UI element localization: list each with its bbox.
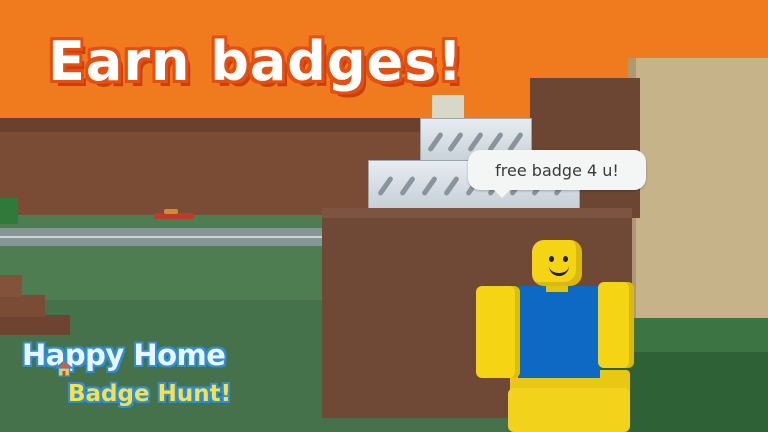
stair-step: [0, 275, 22, 297]
game-logo: Happy Home Badge Hunt!: [18, 338, 268, 426]
smiley-face-eye: [563, 256, 568, 262]
character-torso: [518, 286, 600, 378]
page-title: Earn badges!: [48, 30, 463, 93]
stair-step: [0, 295, 45, 317]
logo-line-1: Happy Home: [22, 338, 226, 372]
character-head: [532, 240, 582, 286]
plate-ridge: [427, 131, 444, 153]
noob-character[interactable]: [470, 240, 640, 432]
distant-green-block: [0, 198, 18, 224]
brown-stairs: [0, 275, 70, 335]
stair-step: [0, 315, 70, 335]
green-platform-top: [620, 318, 768, 352]
logo-line-2: Badge Hunt!: [68, 381, 232, 407]
character-right-arm: [598, 282, 634, 368]
smiley-face-eye: [549, 256, 554, 262]
speech-bubble: free badge 4 u!: [468, 150, 646, 198]
sand-wall: [628, 58, 768, 358]
character-leg-front: [508, 388, 630, 432]
road-line: [0, 236, 330, 238]
house-icon: [54, 360, 74, 377]
plate-ridge: [377, 175, 394, 197]
plate-ridge: [399, 175, 416, 197]
distant-vehicle: [154, 209, 194, 219]
plate-ridge: [443, 175, 460, 197]
character-left-arm: [476, 286, 520, 378]
plate-ridge: [447, 131, 464, 153]
plate-ridge: [421, 175, 438, 197]
game-scene: free badge 4 u! Earn badges! Happy Home …: [0, 0, 768, 432]
brown-block-top: [322, 208, 632, 218]
